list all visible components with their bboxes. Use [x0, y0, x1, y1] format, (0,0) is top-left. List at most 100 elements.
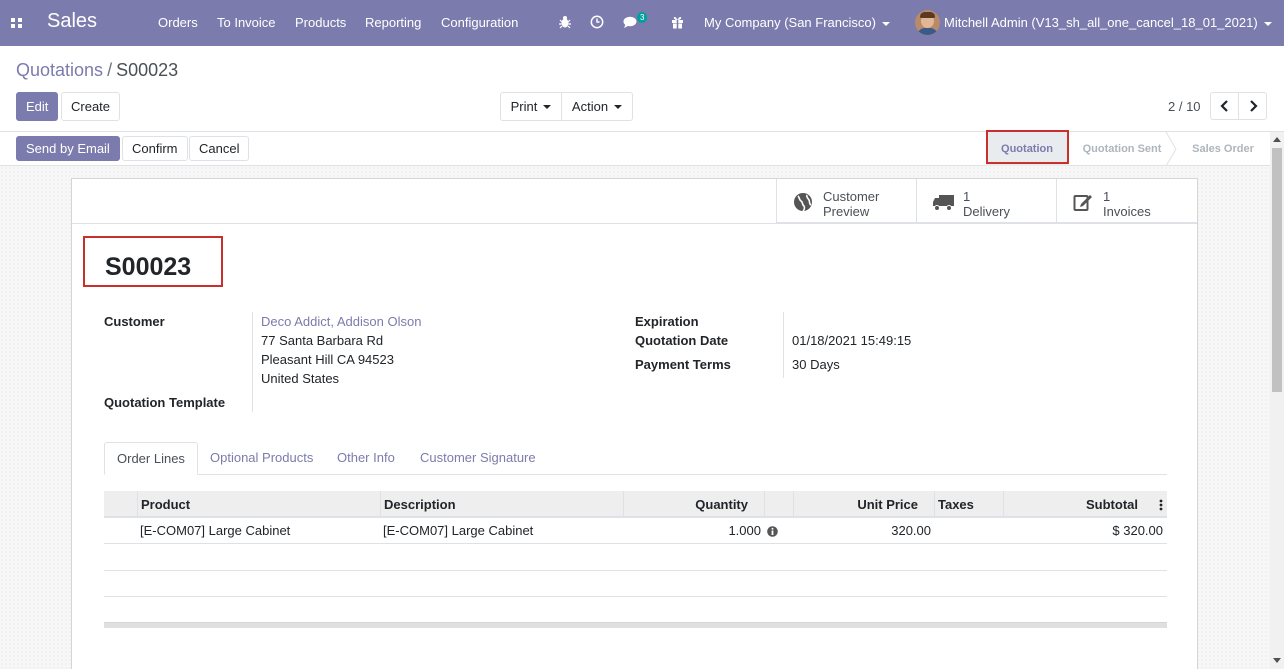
chevron-left-icon: [1219, 100, 1228, 112]
col-separator: [934, 491, 935, 518]
pager-value[interactable]: 2 / 10: [1168, 99, 1201, 114]
col-separator: [1003, 491, 1004, 518]
activity-clock-icon[interactable]: [590, 15, 604, 29]
tab-optional-products[interactable]: Optional Products: [198, 442, 325, 475]
pager-next-button[interactable]: [1238, 92, 1267, 120]
edit-button[interactable]: Edit: [16, 92, 59, 121]
menu-to-invoice[interactable]: To Invoice: [217, 15, 276, 30]
table-row-empty: [104, 597, 1167, 623]
globe-icon: [794, 193, 812, 212]
table-row[interactable]: [E-COM07] Large Cabinet [E-COM07] Large …: [104, 518, 1167, 544]
chevron-down-icon: [543, 105, 552, 110]
col-header-quantity[interactable]: Quantity: [695, 491, 748, 518]
col-separator: [380, 491, 381, 518]
main-navbar: Sales Orders To Invoice Products Reporti…: [0, 0, 1284, 46]
scrollbar-thumb[interactable]: [1272, 148, 1282, 392]
cell-quantity: 1.000: [728, 523, 761, 538]
chat-messages-icon[interactable]: [623, 16, 638, 29]
chevron-down-icon: [881, 21, 890, 26]
company-switcher[interactable]: My Company (San Francisco): [704, 15, 890, 30]
tab-customer-signature[interactable]: Customer Signature: [408, 442, 548, 475]
confirm-button[interactable]: Confirm: [122, 136, 188, 161]
breadcrumb: Quotations / S00023: [16, 60, 178, 81]
print-label: Print: [510, 98, 538, 114]
menu-products[interactable]: Products: [295, 15, 346, 30]
table-footer: [104, 622, 1167, 628]
print-dropdown-button[interactable]: Print: [500, 92, 562, 121]
app-title[interactable]: Sales: [47, 10, 97, 33]
breadcrumb-current: S00023: [116, 60, 179, 80]
payment-terms-value: 30 Days: [792, 357, 840, 372]
col-separator: [764, 491, 765, 518]
col-separator: [137, 491, 138, 518]
user-avatar[interactable]: [915, 10, 940, 35]
invoices-label: Invoices: [1103, 204, 1151, 219]
notebook-tabs: Order Lines Optional Products Other Info…: [104, 442, 1167, 475]
left-group-separator: [252, 312, 253, 412]
invoices-smart-button[interactable]: 1 Invoices: [1057, 179, 1197, 223]
status-sales-order[interactable]: Sales Order: [1178, 132, 1268, 166]
col-header-unit-price[interactable]: Unit Price: [857, 491, 918, 518]
col-header-product[interactable]: Product: [141, 491, 190, 518]
address-line1: 77 Santa Barbara Rd: [261, 333, 384, 348]
action-label: Action: [571, 98, 609, 114]
cell-subtotal: $ 320.00: [1112, 523, 1163, 538]
cell-product: [E-COM07] Large Cabinet: [140, 523, 291, 538]
scroll-down-arrow-icon[interactable]: [1273, 658, 1281, 663]
right-group-separator: [783, 312, 784, 378]
user-name: Mitchell Admin (V13_sh_all_one_cancel_18…: [944, 15, 1258, 30]
breadcrumb-quotations-link[interactable]: Quotations: [16, 60, 103, 80]
customer-preview-button[interactable]: Customer Preview: [777, 179, 917, 223]
action-dropdown-button[interactable]: Action: [561, 92, 633, 121]
menu-orders[interactable]: Orders: [158, 15, 198, 30]
apps-menu-icon[interactable]: [11, 18, 22, 28]
quotation-name: S00023: [105, 253, 192, 281]
smart-button-box: Customer Preview 1 Delivery 1 Invoices: [776, 179, 1197, 223]
payment-terms-label: Payment Terms: [635, 357, 731, 372]
info-icon[interactable]: [767, 526, 778, 537]
address-line2: Pleasant Hill CA 94523: [261, 352, 394, 367]
col-separator: [623, 491, 624, 518]
delivery-smart-button[interactable]: 1 Delivery: [917, 179, 1057, 223]
quotation-date-label: Quotation Date: [635, 333, 729, 348]
menu-reporting[interactable]: Reporting: [365, 15, 421, 30]
chevron-down-icon: [1263, 21, 1272, 26]
optional-columns-icon[interactable]: [1159, 499, 1163, 511]
table-row-empty: [104, 571, 1167, 597]
status-quotation-sent[interactable]: Quotation Sent: [1070, 132, 1174, 166]
tab-order-lines[interactable]: Order Lines: [104, 442, 198, 475]
edit-invoice-icon: [1073, 195, 1092, 211]
gift-icon[interactable]: [671, 15, 684, 29]
send-by-email-button[interactable]: Send by Email: [16, 136, 120, 161]
company-name: My Company (San Francisco): [704, 15, 876, 30]
table-header: Product Description Quantity Unit Price …: [104, 491, 1167, 518]
control-panel: Quotations / S00023 Edit Create Print Acti…: [0, 46, 1284, 132]
create-button[interactable]: Create: [61, 92, 121, 121]
col-header-taxes[interactable]: Taxes: [938, 491, 974, 518]
breadcrumb-separator: /: [107, 60, 113, 80]
customer-preview-line2: Preview: [823, 204, 870, 219]
cancel-button[interactable]: Cancel: [189, 136, 250, 161]
debug-bug-icon[interactable]: [559, 15, 571, 29]
menu-configuration[interactable]: Configuration: [441, 15, 518, 30]
col-header-description[interactable]: Description: [384, 491, 456, 518]
col-header-subtotal[interactable]: Subtotal: [1086, 491, 1138, 518]
quotation-date-value: 01/18/2021 15:49:15: [792, 333, 912, 348]
invoices-count: 1: [1103, 189, 1111, 204]
user-menu[interactable]: Mitchell Admin (V13_sh_all_one_cancel_18…: [944, 15, 1272, 30]
tab-other-info[interactable]: Other Info: [325, 442, 407, 475]
status-arrow-divider: [1165, 132, 1177, 166]
vertical-scrollbar[interactable]: [1270, 132, 1284, 669]
scroll-up-arrow-icon[interactable]: [1273, 137, 1281, 142]
cell-description: [E-COM07] Large Cabinet: [383, 523, 534, 538]
status-quotation[interactable]: Quotation: [986, 132, 1068, 166]
button-box-divider: [72, 223, 1197, 224]
form-statusbar: Send by Email Confirm Cancel Quotation Q…: [0, 132, 1270, 166]
delivery-label: Delivery: [963, 204, 1010, 219]
expiration-label: Expiration: [635, 314, 699, 329]
customer-label: Customer: [104, 314, 165, 329]
chevron-down-icon: [614, 105, 623, 110]
address-line3: United States: [261, 371, 340, 386]
pager-previous-button[interactable]: [1210, 92, 1239, 120]
customer-name-link[interactable]: Deco Addict, Addison Olson: [261, 314, 421, 329]
